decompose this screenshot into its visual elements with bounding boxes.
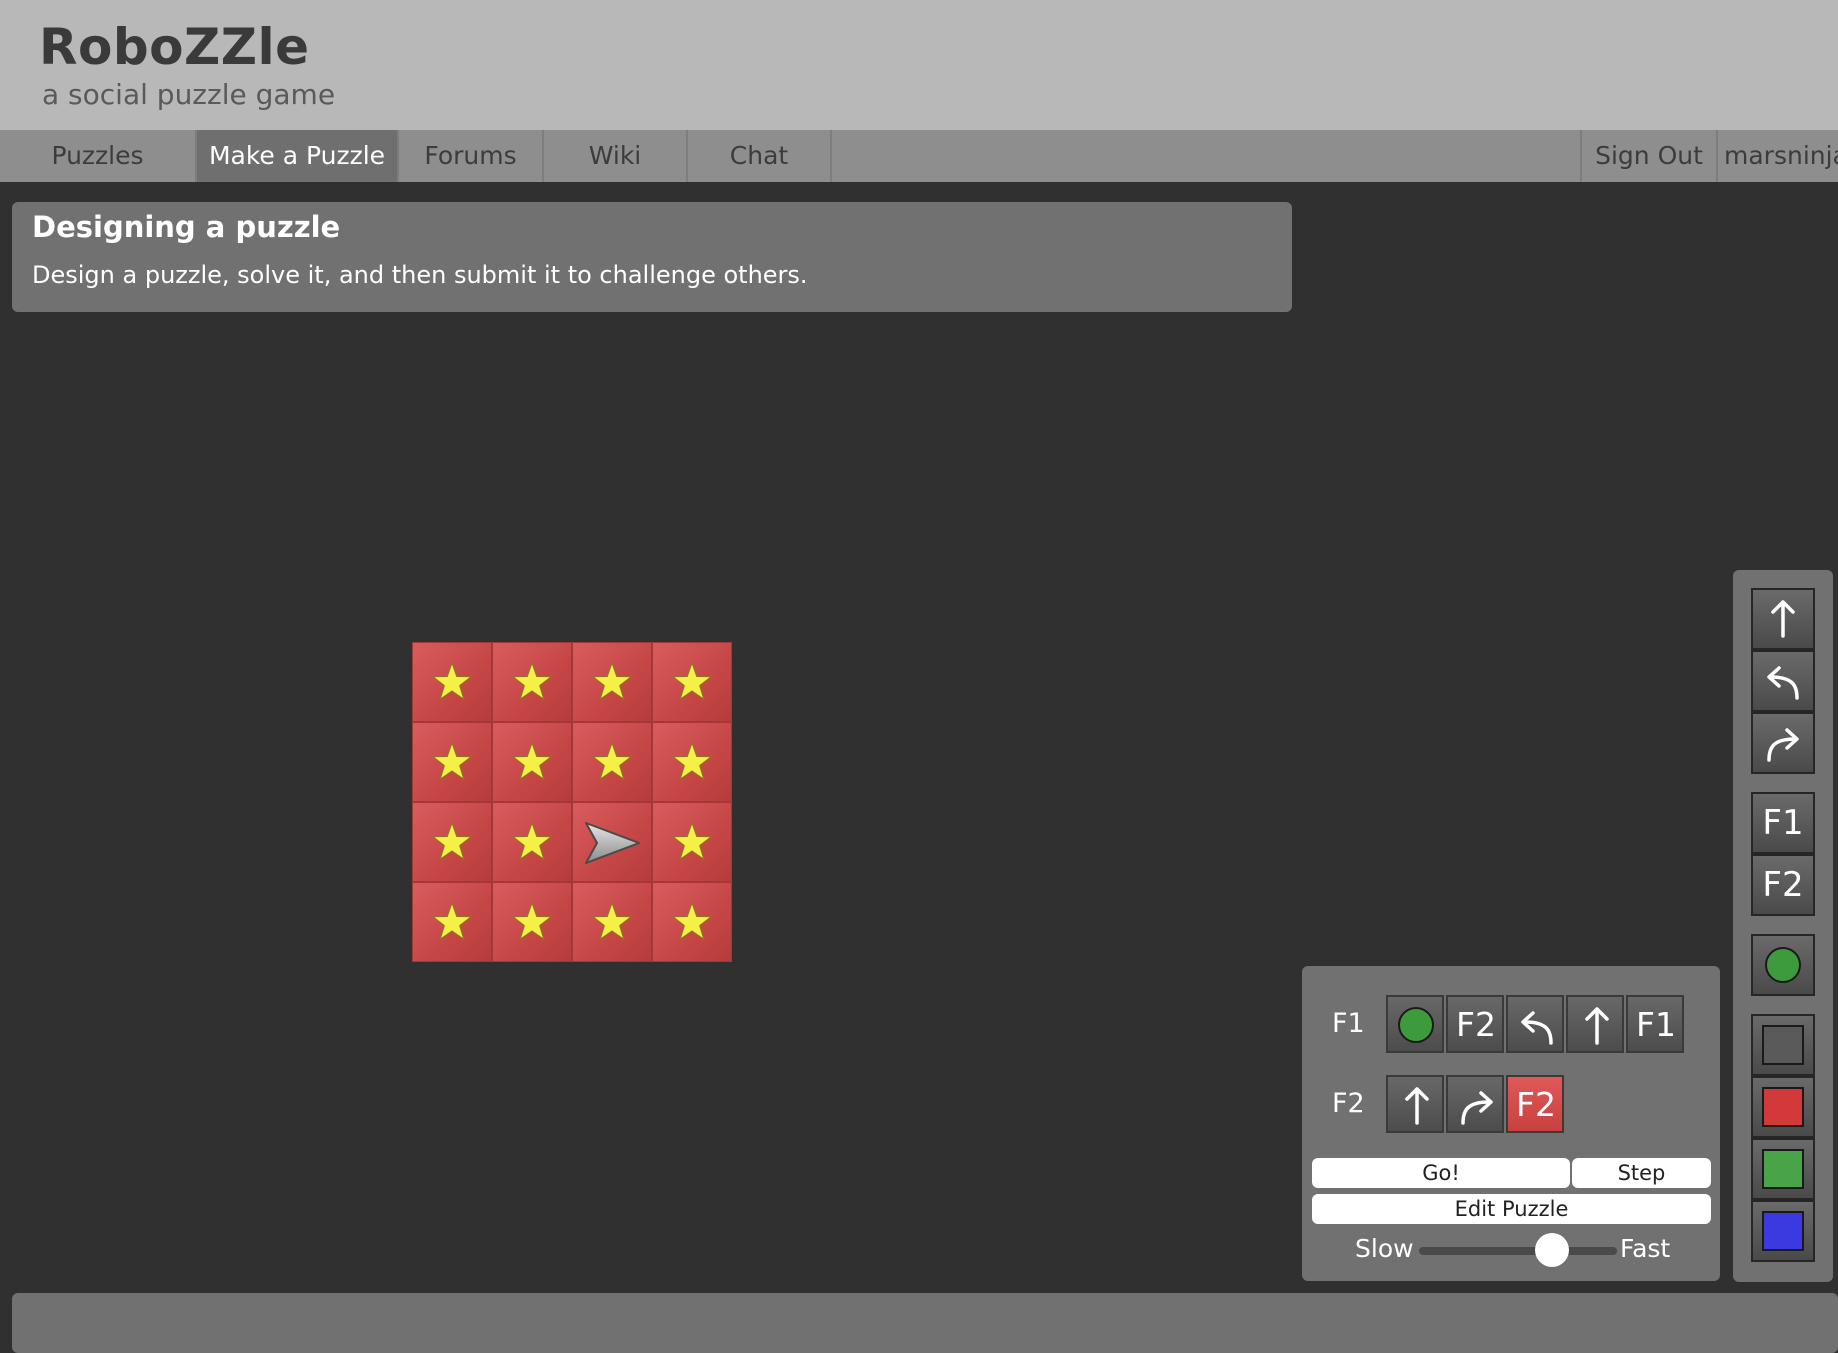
color-swatch-green <box>1762 1149 1804 1189</box>
site-header: RoboZZle a social puzzle game <box>0 0 1838 130</box>
nav-chat[interactable]: Chat <box>688 130 832 182</box>
nav-wiki[interactable]: Wiki <box>544 130 688 182</box>
info-title: Designing a puzzle <box>32 210 341 244</box>
program-slot[interactable]: F1 <box>1626 995 1684 1053</box>
color-blue-tool[interactable] <box>1751 1200 1815 1262</box>
star-icon <box>511 821 553 861</box>
board-cell[interactable] <box>412 722 492 802</box>
slot-text: F2 <box>1516 1085 1556 1124</box>
speed-slider[interactable] <box>1419 1247 1617 1255</box>
app-title[interactable]: RoboZZle <box>39 18 310 76</box>
board-cell[interactable] <box>652 722 732 802</box>
bottom-panel <box>12 1293 1838 1353</box>
program-panel: F1 F2 F1 F2 F2 Go! Step Edit Puzzle Slow … <box>1302 966 1720 1281</box>
fast-label: Fast <box>1620 1234 1671 1263</box>
slow-label: Slow <box>1355 1234 1414 1263</box>
star-icon <box>431 821 473 861</box>
slot-text: F2 <box>1456 1005 1496 1044</box>
program-slot[interactable] <box>1506 995 1564 1053</box>
color-gray-tool[interactable] <box>1751 1014 1815 1076</box>
star-icon <box>511 901 553 941</box>
star-icon <box>431 901 473 941</box>
color-swatch-red <box>1762 1087 1804 1127</box>
board-cell[interactable] <box>572 722 652 802</box>
board-cell[interactable] <box>572 882 652 962</box>
board-cell[interactable] <box>492 802 572 882</box>
step-button[interactable]: Step <box>1572 1158 1711 1188</box>
turn-right-icon <box>1767 728 1799 762</box>
board-cell[interactable] <box>492 722 572 802</box>
app-subtitle: a social puzzle game <box>42 78 336 111</box>
program-slot[interactable] <box>1386 1075 1444 1133</box>
star-icon <box>511 741 553 781</box>
board-cell[interactable] <box>492 642 572 722</box>
robot-arrow-icon <box>585 822 640 864</box>
star-icon <box>591 901 633 941</box>
forward-icon <box>1585 1007 1609 1045</box>
circle-icon <box>1765 947 1801 983</box>
star-icon <box>671 661 713 701</box>
board-cell[interactable] <box>652 882 732 962</box>
f2-tool[interactable]: F2 <box>1751 854 1815 916</box>
slot-text: F1 <box>1636 1005 1676 1044</box>
star-icon <box>591 661 633 701</box>
star-icon <box>591 741 633 781</box>
board-cell[interactable] <box>652 642 732 722</box>
turn-left-tool[interactable] <box>1751 650 1815 712</box>
color-green-tool[interactable] <box>1751 1138 1815 1200</box>
color-swatch-gray <box>1762 1025 1804 1065</box>
star-icon <box>431 661 473 701</box>
star-icon <box>671 901 713 941</box>
edit-puzzle-button[interactable]: Edit Puzzle <box>1312 1194 1711 1224</box>
circle-icon <box>1398 1007 1434 1043</box>
board-cell[interactable] <box>412 642 492 722</box>
forward-tool[interactable] <box>1751 588 1815 650</box>
turn-right-tool[interactable] <box>1751 712 1815 774</box>
nav-puzzles[interactable]: Puzzles <box>0 130 197 182</box>
username-link[interactable]: marsninja <box>1718 130 1838 182</box>
forward-icon <box>1405 1087 1429 1125</box>
function-call-label: F1 <box>1636 1005 1676 1044</box>
board-cell[interactable] <box>572 802 652 882</box>
star-icon <box>431 741 473 781</box>
speed-slider-thumb[interactable] <box>1535 1233 1569 1267</box>
star-icon <box>671 741 713 781</box>
f2-tool-label: F2 <box>1762 865 1803 905</box>
sign-out-link[interactable]: Sign Out <box>1580 130 1718 182</box>
nav-make-a-puzzle[interactable]: Make a Puzzle <box>197 130 399 182</box>
program-slot[interactable] <box>1386 995 1444 1053</box>
main-nav: Puzzles Make a Puzzle Forums Wiki Chat S… <box>0 130 1838 182</box>
info-panel: Designing a puzzle Design a puzzle, solv… <box>12 202 1292 312</box>
f1-tool-label: F1 <box>1762 803 1803 843</box>
star-icon <box>671 821 713 861</box>
program-slot[interactable] <box>1566 995 1624 1053</box>
turn-right-icon <box>1461 1091 1493 1125</box>
program-slot[interactable]: F2 <box>1446 995 1504 1053</box>
go-button[interactable]: Go! <box>1312 1158 1570 1188</box>
function-label-f1: F1 <box>1332 1008 1365 1039</box>
star-icon <box>511 661 553 701</box>
toolbox: F1 F2 <box>1733 570 1833 1282</box>
board-cell[interactable] <box>412 882 492 962</box>
puzzle-board[interactable] <box>412 642 732 962</box>
function-call-label: F2 <box>1516 1085 1556 1124</box>
turn-left-icon <box>1521 1011 1553 1045</box>
function-label-f2: F2 <box>1332 1088 1365 1119</box>
board-cell[interactable] <box>652 802 732 882</box>
info-text: Design a puzzle, solve it, and then subm… <box>32 261 808 289</box>
paint-tool[interactable] <box>1751 934 1815 996</box>
board-cell[interactable] <box>492 882 572 962</box>
f1-tool[interactable]: F1 <box>1751 792 1815 854</box>
program-slot[interactable] <box>1446 1075 1504 1133</box>
color-red-tool[interactable] <box>1751 1076 1815 1138</box>
program-slot[interactable]: F2 <box>1506 1075 1564 1133</box>
turn-left-icon <box>1767 666 1799 700</box>
function-call-label: F2 <box>1456 1005 1496 1044</box>
board-cell[interactable] <box>412 802 492 882</box>
color-swatch-blue <box>1762 1211 1804 1251</box>
forward-icon <box>1771 600 1795 638</box>
board-cell[interactable] <box>572 642 652 722</box>
nav-forums[interactable]: Forums <box>399 130 544 182</box>
